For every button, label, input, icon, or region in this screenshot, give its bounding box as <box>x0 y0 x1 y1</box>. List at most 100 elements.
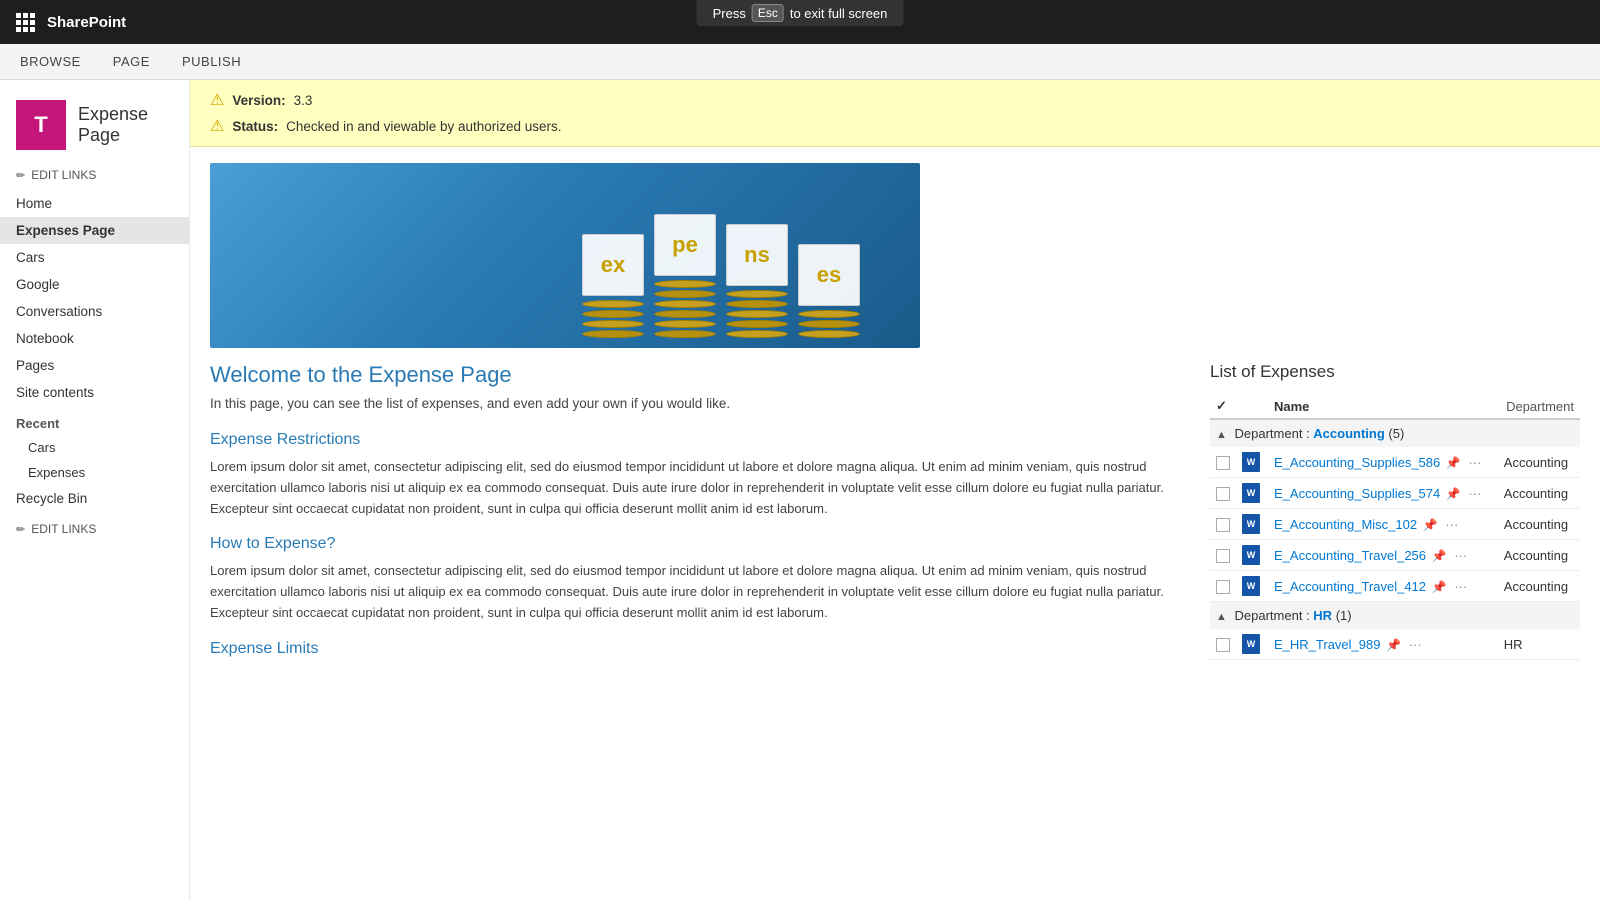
ellipsis-button[interactable]: ··· <box>1464 484 1485 503</box>
edit-links-top[interactable]: ✏ EDIT LINKS <box>0 166 189 190</box>
dept-cell: HR <box>1498 629 1580 660</box>
ellipsis-button[interactable]: ··· <box>1464 453 1485 472</box>
sidebar-item-conversations[interactable]: Conversations <box>0 298 189 325</box>
section-body-how: Lorem ipsum dolor sit amet, consectetur … <box>210 561 1180 623</box>
table-row[interactable]: W E_Accounting_Travel_256 📌 ··· Accounti… <box>1210 540 1580 571</box>
row-checkbox[interactable] <box>1216 549 1230 563</box>
file-icon: W <box>1242 634 1260 654</box>
sidebar-item-notebook[interactable]: Notebook <box>0 325 189 352</box>
sidebar-item-home[interactable]: Home <box>0 190 189 217</box>
ellipsis-button[interactable]: ··· <box>1405 635 1426 654</box>
site-title: Expense Page <box>78 104 173 146</box>
table-row[interactable]: W E_Accounting_Supplies_574 📌 ··· Accoun… <box>1210 478 1580 509</box>
sidebar-recent-expenses[interactable]: Expenses <box>0 460 189 485</box>
edit-links-bottom[interactable]: ✏ EDIT LINKS <box>0 512 189 546</box>
coin-label-es: es <box>798 244 860 306</box>
sidebar: T Expense Page ✏ EDIT LINKS Home Expense… <box>0 80 190 900</box>
file-name[interactable]: E_Accounting_Travel_412 <box>1274 579 1426 594</box>
pin-icon: 📌 <box>1446 456 1461 470</box>
section-body-restrictions: Lorem ipsum dolor sit amet, consectetur … <box>210 457 1180 519</box>
ribbon-page[interactable]: PAGE <box>109 44 154 80</box>
status-value: Checked in and viewable by authorized us… <box>286 119 561 134</box>
status-row: ⚠ Status: Checked in and viewable by aut… <box>210 116 1580 136</box>
hero-area: ex pe <box>190 147 1600 358</box>
table-row[interactable]: W E_HR_Travel_989 📌 ··· HR <box>1210 629 1580 660</box>
dept-group-header[interactable]: ▲ Department : HR (1) <box>1210 602 1580 630</box>
dept-group-name: HR <box>1313 608 1332 623</box>
sidebar-item-pages[interactable]: Pages <box>0 352 189 379</box>
logo-area: T Expense Page <box>0 88 189 166</box>
pin-icon: 📌 <box>1423 518 1438 532</box>
dept-group-arrow: ▲ <box>1216 611 1227 623</box>
section-heading-restrictions: Expense Restrictions <box>210 431 1180 449</box>
row-checkbox[interactable] <box>1216 518 1230 532</box>
row-checkbox[interactable] <box>1216 456 1230 470</box>
coin-label-ns: ns <box>726 224 788 286</box>
version-label: Version: <box>232 93 285 108</box>
sidebar-item-site-contents[interactable]: Site contents <box>0 379 189 406</box>
hero-image: ex pe <box>210 163 920 348</box>
version-banner: ⚠ Version: 3.3 ⚠ Status: Checked in and … <box>190 80 1600 147</box>
sidebar-recent-cars[interactable]: Cars <box>0 435 189 460</box>
table-row[interactable]: W E_Accounting_Travel_412 📌 ··· Accounti… <box>1210 571 1580 602</box>
top-bar-left: SharePoint <box>16 13 126 32</box>
dept-group-header[interactable]: ▲ Department : Accounting (5) <box>1210 419 1580 447</box>
sidebar-item-expenses-page[interactable]: Expenses Page <box>0 217 189 244</box>
sidebar-item-google[interactable]: Google <box>0 271 189 298</box>
coin-stack-pe: pe <box>654 214 716 338</box>
file-icon: W <box>1242 452 1260 472</box>
esc-key: Esc <box>752 4 784 22</box>
recent-label: Recent <box>0 406 189 435</box>
file-icon: W <box>1242 576 1260 596</box>
table-row[interactable]: W E_Accounting_Misc_102 📌 ··· Accounting <box>1210 509 1580 540</box>
row-checkbox[interactable] <box>1216 638 1230 652</box>
file-icon: W <box>1242 545 1260 565</box>
dept-group-name: Accounting <box>1313 426 1385 441</box>
ribbon-publish[interactable]: PUBLISH <box>178 44 245 80</box>
version-row: ⚠ Version: 3.3 <box>210 90 1580 110</box>
file-name[interactable]: E_Accounting_Misc_102 <box>1274 517 1417 532</box>
warning-icon-status: ⚠ <box>210 116 224 136</box>
main-layout: T Expense Page ✏ EDIT LINKS Home Expense… <box>0 80 1600 900</box>
ellipsis-button[interactable]: ··· <box>1450 546 1471 565</box>
file-name[interactable]: E_Accounting_Supplies_574 <box>1274 486 1440 501</box>
status-label: Status: <box>232 119 278 134</box>
ellipsis-button[interactable]: ··· <box>1450 577 1471 596</box>
sidebar-nav: Home Expenses Page Cars Google Conversat… <box>0 190 189 512</box>
dept-cell: Accounting <box>1498 509 1580 540</box>
pin-icon: 📌 <box>1432 580 1447 594</box>
main-content-row: Welcome to the Expense Page In this page… <box>190 358 1600 666</box>
row-checkbox[interactable] <box>1216 487 1230 501</box>
sidebar-item-cars[interactable]: Cars <box>0 244 189 271</box>
warning-icon-version: ⚠ <box>210 90 224 110</box>
section-heading-how: How to Expense? <box>210 535 1180 553</box>
dept-cell: Accounting <box>1498 478 1580 509</box>
ellipsis-button[interactable]: ··· <box>1441 515 1462 534</box>
coin-stack-ns: ns <box>726 224 788 338</box>
file-name[interactable]: E_Accounting_Travel_256 <box>1274 548 1426 563</box>
col-name: Name <box>1268 394 1498 419</box>
coin-label-pe: pe <box>654 214 716 276</box>
pencil-icon-bottom: ✏ <box>16 523 25 536</box>
file-name[interactable]: E_HR_Travel_989 <box>1274 637 1380 652</box>
article-section: Welcome to the Expense Page In this page… <box>210 358 1210 666</box>
row-checkbox[interactable] <box>1216 580 1230 594</box>
file-icon: W <box>1242 483 1260 503</box>
dept-cell: Accounting <box>1498 540 1580 571</box>
dept-cell: Accounting <box>1498 447 1580 478</box>
content-area: ⚠ Version: 3.3 ⚠ Status: Checked in and … <box>190 80 1600 900</box>
version-value: 3.3 <box>294 93 313 108</box>
dept-group-arrow: ▲ <box>1216 429 1227 441</box>
table-row[interactable]: W E_Accounting_Supplies_586 📌 ··· Accoun… <box>1210 447 1580 478</box>
col-dept: Department <box>1498 394 1580 419</box>
top-bar: SharePoint Press Esc to exit full screen <box>0 0 1600 44</box>
grid-icon[interactable] <box>16 13 35 32</box>
sidebar-item-recycle-bin[interactable]: Recycle Bin <box>0 485 189 512</box>
pencil-icon: ✏ <box>16 169 25 182</box>
file-name[interactable]: E_Accounting_Supplies_586 <box>1274 455 1440 470</box>
ribbon-browse[interactable]: BROWSE <box>16 44 85 80</box>
hero-coins: ex pe <box>582 214 860 338</box>
fullscreen-notice: Press Esc to exit full screen <box>697 0 904 26</box>
welcome-sub: In this page, you can see the list of ex… <box>210 396 1180 411</box>
file-icon: W <box>1242 514 1260 534</box>
